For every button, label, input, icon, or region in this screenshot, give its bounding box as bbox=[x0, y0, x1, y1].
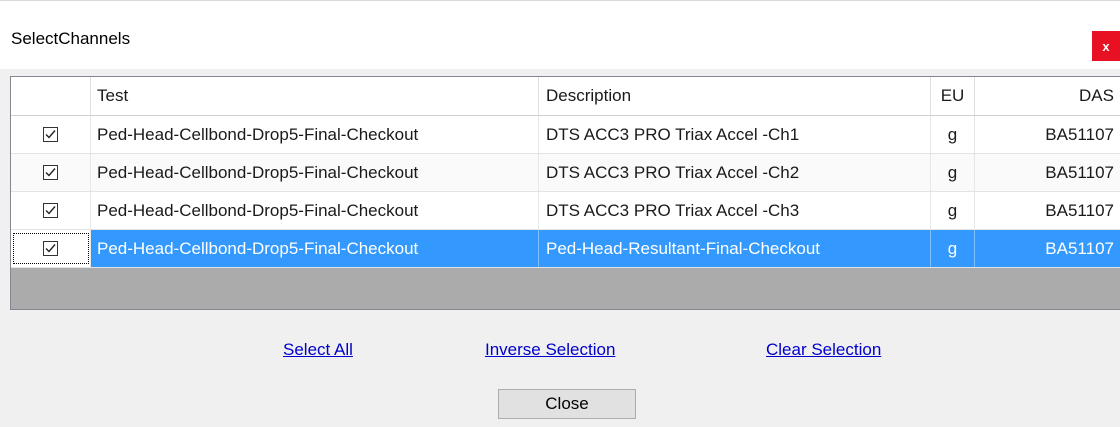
select-channels-dialog: SelectChannels x Test Description EU DAS… bbox=[0, 0, 1120, 427]
checkmark-icon bbox=[45, 130, 56, 139]
row-checkbox[interactable] bbox=[43, 203, 58, 218]
description-cell[interactable]: Ped-Head-Resultant-Final-Checkout bbox=[539, 230, 931, 267]
row-checkbox-cell[interactable] bbox=[11, 192, 91, 229]
table-row[interactable]: Ped-Head-Cellbond-Drop5-Final-Checkout D… bbox=[11, 154, 1120, 192]
das-cell[interactable]: BA51107 bbox=[975, 116, 1120, 153]
select-all-link[interactable]: Select All bbox=[283, 340, 353, 360]
das-cell[interactable]: BA51107 bbox=[975, 154, 1120, 191]
description-cell[interactable]: DTS ACC3 PRO Triax Accel -Ch3 bbox=[539, 192, 931, 229]
row-checkbox-cell[interactable] bbox=[11, 230, 91, 267]
das-cell[interactable]: BA51107 bbox=[975, 230, 1120, 267]
header-eu[interactable]: EU bbox=[931, 77, 975, 115]
test-cell[interactable]: Ped-Head-Cellbond-Drop5-Final-Checkout bbox=[91, 230, 539, 267]
close-window-button[interactable]: x bbox=[1092, 31, 1120, 61]
header-test[interactable]: Test bbox=[91, 77, 539, 115]
eu-cell[interactable]: g bbox=[931, 192, 975, 229]
checkmark-icon bbox=[45, 168, 56, 177]
clear-selection-link[interactable]: Clear Selection bbox=[766, 340, 881, 360]
close-icon: x bbox=[1102, 38, 1110, 54]
grid-header: Test Description EU DAS bbox=[11, 77, 1120, 116]
title-bar: SelectChannels x bbox=[0, 0, 1120, 69]
header-check[interactable] bbox=[11, 77, 91, 115]
test-cell[interactable]: Ped-Head-Cellbond-Drop5-Final-Checkout bbox=[91, 192, 539, 229]
test-cell[interactable]: Ped-Head-Cellbond-Drop5-Final-Checkout bbox=[91, 154, 539, 191]
description-cell[interactable]: DTS ACC3 PRO Triax Accel -Ch2 bbox=[539, 154, 931, 191]
row-checkbox-cell[interactable] bbox=[11, 154, 91, 191]
checkmark-icon bbox=[45, 244, 56, 253]
das-cell[interactable]: BA51107 bbox=[975, 192, 1120, 229]
table-row-selected[interactable]: Ped-Head-Cellbond-Drop5-Final-Checkout P… bbox=[11, 230, 1120, 268]
eu-cell[interactable]: g bbox=[931, 116, 975, 153]
row-checkbox[interactable] bbox=[43, 127, 58, 142]
test-cell[interactable]: Ped-Head-Cellbond-Drop5-Final-Checkout bbox=[91, 116, 539, 153]
close-button[interactable]: Close bbox=[498, 389, 636, 419]
eu-cell[interactable]: g bbox=[931, 154, 975, 191]
header-description[interactable]: Description bbox=[539, 77, 931, 115]
table-row[interactable]: Ped-Head-Cellbond-Drop5-Final-Checkout D… bbox=[11, 192, 1120, 230]
row-checkbox[interactable] bbox=[43, 165, 58, 180]
checkmark-icon bbox=[45, 206, 56, 215]
header-das[interactable]: DAS bbox=[975, 77, 1120, 115]
window-title: SelectChannels bbox=[11, 29, 131, 48]
description-cell[interactable]: DTS ACC3 PRO Triax Accel -Ch1 bbox=[539, 116, 931, 153]
row-checkbox[interactable] bbox=[43, 241, 58, 256]
table-row[interactable]: Ped-Head-Cellbond-Drop5-Final-Checkout D… bbox=[11, 116, 1120, 154]
inverse-selection-link[interactable]: Inverse Selection bbox=[485, 340, 615, 360]
row-checkbox-cell[interactable] bbox=[11, 116, 91, 153]
eu-cell[interactable]: g bbox=[931, 230, 975, 267]
channels-grid[interactable]: Test Description EU DAS Ped-Head-Cellbon… bbox=[10, 76, 1120, 310]
